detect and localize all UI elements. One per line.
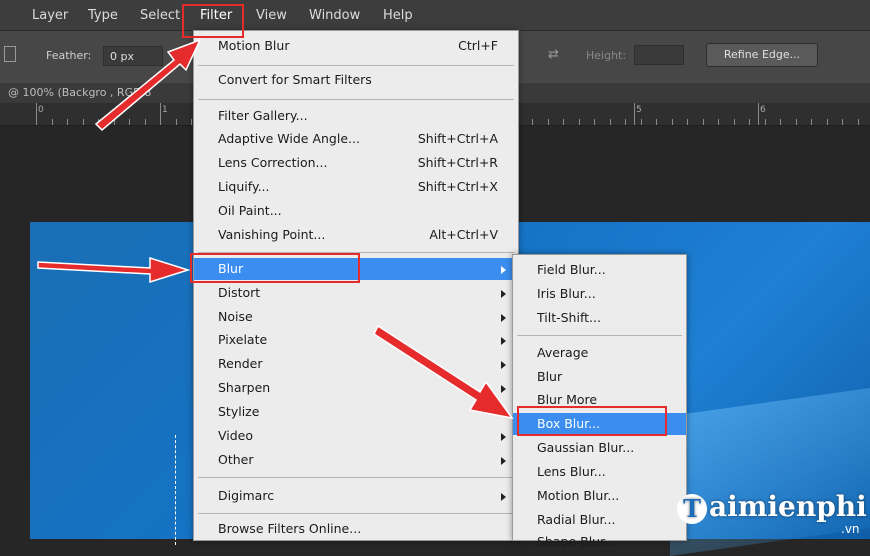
watermark-letter: T: [677, 493, 707, 524]
arrow-to-filter-icon: [94, 38, 202, 132]
annotation-arrows: [37, 38, 514, 420]
arrow-to-box-blur-icon: [373, 324, 514, 420]
watermark-brand: aimienphi: [709, 490, 867, 523]
watermark-suffix: .vn: [841, 522, 860, 536]
watermark-logo: Taimienphi: [677, 490, 867, 524]
arrow-to-blur-icon: [37, 256, 191, 284]
